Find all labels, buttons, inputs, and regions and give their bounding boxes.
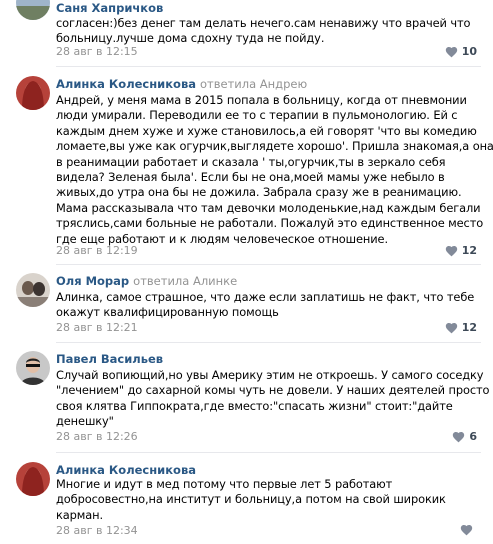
comment-text: согласен:)без денег там делать нечего.са… (56, 16, 476, 47)
like-count: 12 (461, 244, 477, 257)
reply-to-label[interactable]: ответила Андрею (200, 77, 307, 91)
avatar[interactable] (16, 462, 50, 496)
avatar-photo-icon (16, 0, 50, 20)
comment-line: "лечением" до сахарной комы чуть не дове… (56, 383, 490, 398)
comment-line: ломаете,вы уже как огурчик,выглядете хор… (56, 139, 493, 154)
comment-header: Алинка Колесникова ответила Андрею (56, 77, 307, 91)
heart-icon (445, 46, 457, 57)
comment-line: Мама рассказывала что там девочки молоде… (56, 200, 481, 215)
avatar[interactable] (16, 0, 50, 20)
heart-icon (460, 524, 473, 536)
comment-line: тряслись,сами больные не работали. Пожал… (56, 216, 484, 231)
author-link[interactable]: Павел Васильев (56, 352, 163, 366)
comment-header: Оля Морар ответила Алинке (56, 274, 237, 288)
comment-item: Павел Васильев Случай вопиющий,но увы Ам… (0, 351, 493, 451)
like-count: 6 (469, 430, 477, 443)
comment-text: Алинка, самое страшное, что даже если за… (56, 290, 476, 321)
divider (56, 264, 481, 265)
divider (56, 66, 481, 67)
author-link[interactable]: Оля Морар (56, 274, 129, 288)
comment-line: денешку" (56, 414, 114, 429)
author-link[interactable]: Алинка Колесникова (56, 77, 196, 91)
comment-date[interactable]: 28 авг в 12:21 (56, 321, 138, 334)
heart-icon (445, 322, 457, 333)
author-link[interactable]: Алинка Колесникова (56, 463, 196, 477)
like-count: 10 (461, 45, 477, 58)
comment-item: Алинка Колесникова ответила Андрею Андрей… (0, 76, 493, 266)
avatar-photo-icon (16, 462, 50, 496)
like-count: 12 (461, 321, 477, 334)
like-button[interactable] (460, 524, 477, 536)
comment-text: Андрей, у меня мама в 2015 попала в боль… (56, 93, 493, 247)
comment-text: Многие и идут в мед потому что первые ле… (56, 477, 476, 523)
like-button[interactable]: 10 (445, 45, 477, 58)
comment-line: добросовестно,на институт и больницу,а п… (56, 492, 446, 507)
avatar-photo-icon (16, 76, 50, 110)
comment-line: Случай вопиющий,но увы Америку этим не о… (56, 368, 484, 382)
like-button[interactable]: 12 (445, 244, 477, 257)
avatar[interactable] (16, 76, 50, 110)
comment-header: Алинка Колесникова (56, 463, 200, 477)
comment-line: каждым днем хуже и хуже становилось,а ей… (56, 123, 477, 138)
heart-icon (453, 431, 465, 442)
divider (56, 342, 481, 343)
comment-line: согласен:)без денег там делать нечего.са… (56, 16, 471, 30)
comment-item: Алинка Колесникова Многие и идут в мед п… (0, 462, 493, 544)
avatar-photo-icon (16, 351, 50, 385)
avatar[interactable] (16, 351, 50, 385)
comment-line: своя клятва Гиппократа,где вместо:"спаса… (56, 398, 453, 413)
comment-line: Андрей, у меня мама в 2015 попала в боль… (56, 93, 467, 107)
author-link[interactable]: Саня Хапричков (56, 1, 163, 15)
comment-item: Саня Хапричков согласен:)без денег там д… (0, 0, 493, 64)
avatar[interactable] (16, 273, 50, 307)
avatar-photo-icon (16, 273, 50, 307)
comment-line: окажут квалифицированную помощь (56, 305, 279, 320)
heart-icon (445, 245, 457, 256)
comment-date[interactable]: 28 авг в 12:15 (56, 45, 138, 58)
comment-line: карман. (56, 507, 104, 522)
comment-line: Алинка, самое страшное, что даже если за… (56, 290, 475, 304)
comment-line: люди умирали. Переводили ее то с терапии… (56, 108, 458, 123)
like-button[interactable]: 6 (452, 430, 477, 443)
comment-date[interactable]: 28 авг в 12:26 (56, 430, 138, 443)
comment-header: Павел Васильев (56, 352, 167, 366)
comment-date[interactable]: 28 авг в 12:34 (56, 524, 138, 537)
divider (56, 452, 481, 453)
comment-text: Случай вопиющий,но увы Америку этим не о… (56, 368, 490, 430)
comment-line: видела? Зеленая была'. Если бы не она,мо… (56, 170, 445, 185)
comment-header: Саня Хапричков (56, 1, 167, 15)
comment-line: Многие и идут в мед потому что первые ле… (56, 477, 393, 491)
reply-to-label[interactable]: ответила Алинке (133, 274, 237, 288)
like-button[interactable]: 12 (445, 321, 477, 334)
comment-line: живых,до утра она бы не дожила. Забрала … (56, 185, 462, 200)
comment-line: в реанимации работает и сказала ' ты,огу… (56, 154, 446, 169)
comment-item: Оля Морар ответила Алинке Алинка, самое с… (0, 273, 493, 343)
comment-date[interactable]: 28 авг в 12:19 (56, 244, 138, 257)
